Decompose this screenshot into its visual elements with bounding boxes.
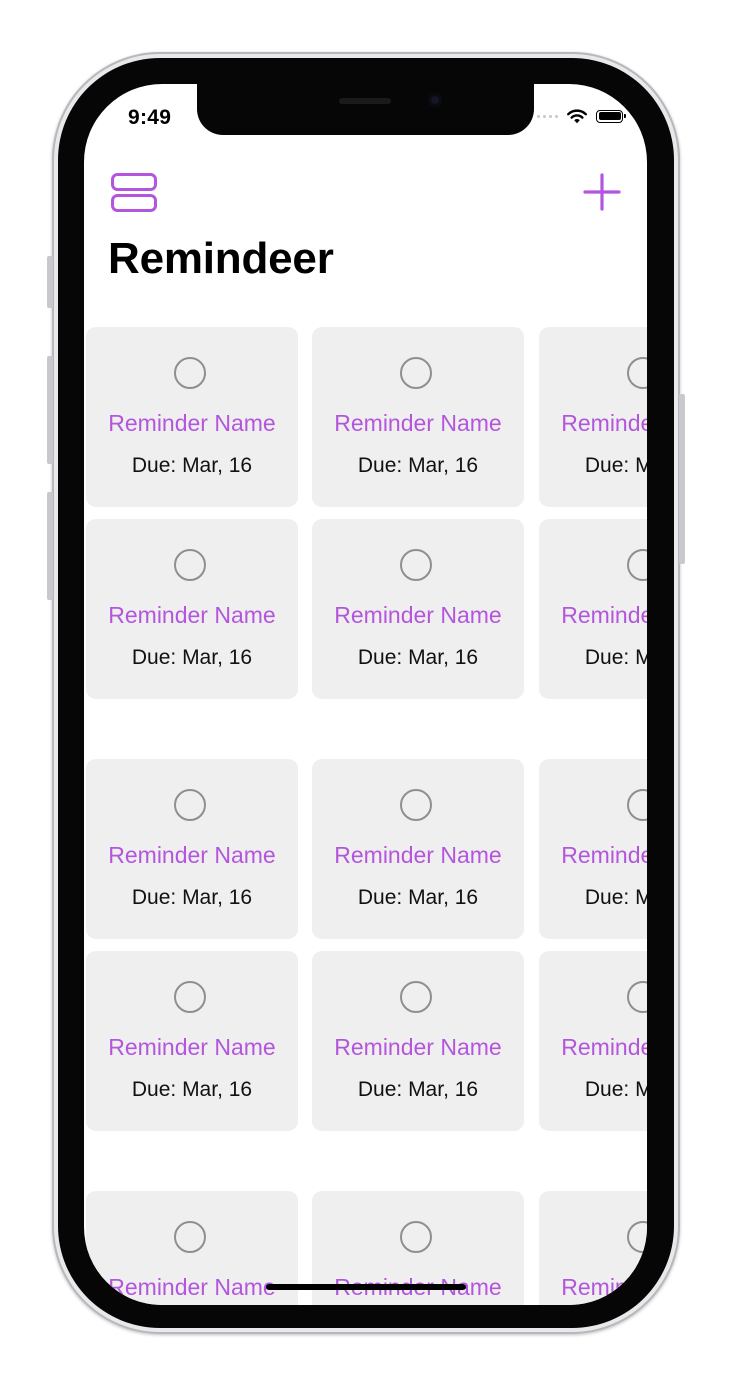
- reminder-card[interactable]: Reminder Name Due: Mar, 16: [312, 951, 524, 1131]
- home-indicator[interactable]: [266, 1284, 466, 1290]
- status-time: 9:49: [128, 106, 172, 129]
- completion-circle-icon[interactable]: [400, 357, 432, 389]
- cellular-signal-icon: [537, 114, 558, 118]
- completion-circle-icon[interactable]: [627, 1221, 647, 1253]
- reminder-name: Reminder Name: [561, 602, 647, 628]
- silent-switch: [47, 256, 53, 308]
- completion-circle-icon[interactable]: [627, 549, 647, 581]
- reminder-due-date: Due: Mar, 16: [131, 886, 253, 909]
- notch: [197, 84, 534, 135]
- reminder-name: Reminder Name: [561, 1274, 647, 1300]
- completion-circle-icon[interactable]: [400, 789, 432, 821]
- reminder-card[interactable]: Reminder Name Due: Mar, 16: [312, 759, 524, 939]
- reminder-due-date: Due: Mar, 16: [357, 1078, 479, 1101]
- reminder-name: Reminder Name: [108, 1034, 276, 1060]
- reminder-due-date: Due: Mar, 16: [131, 454, 253, 477]
- front-camera: [428, 93, 442, 107]
- add-reminder-button[interactable]: [582, 172, 622, 212]
- reminder-due-date: Due: Mar, 16: [131, 1078, 253, 1101]
- reminder-name: Reminder Name: [561, 842, 647, 868]
- reminder-name: Reminder Name: [108, 842, 276, 868]
- reminder-card[interactable]: Reminder Name Due: Mar, 16: [86, 519, 298, 699]
- plus-icon: [583, 173, 621, 211]
- reminder-card[interactable]: Reminder Name Due: Mar, 16: [312, 519, 524, 699]
- reminder-card[interactable]: Reminder NameDue: Mar, 16: [539, 1191, 647, 1305]
- reminder-card[interactable]: Reminder Name Due: Mar, 16: [539, 759, 647, 939]
- reminder-card[interactable]: Reminder Name Due: Mar, 16: [539, 951, 647, 1131]
- wifi-icon: [567, 109, 587, 124]
- reminder-name: Reminder Name: [334, 410, 502, 436]
- reminder-card[interactable]: Reminder Name Due: Mar, 16: [86, 327, 298, 507]
- reminder-due-date: Due: Mar, 16: [584, 886, 647, 909]
- reminder-due-date: Due: Mar, 16: [131, 646, 253, 669]
- completion-circle-icon[interactable]: [174, 981, 206, 1013]
- reminder-card[interactable]: Reminder Name Due: Mar, 16: [312, 327, 524, 507]
- completion-circle-icon[interactable]: [400, 981, 432, 1013]
- reminder-card[interactable]: Reminder Name Due: Mar, 16: [539, 327, 647, 507]
- reminder-due-date: Due: Mar, 16: [357, 886, 479, 909]
- rectangle-grid-1x2-icon: [111, 173, 157, 212]
- completion-circle-icon[interactable]: [627, 357, 647, 389]
- reminder-name: Reminder Name: [108, 602, 276, 628]
- speaker-grille: [339, 98, 391, 104]
- reminder-due-date: Due: Mar, 16: [584, 454, 647, 477]
- volume-up-button: [47, 356, 53, 464]
- completion-circle-icon[interactable]: [174, 1221, 206, 1253]
- completion-circle-icon[interactable]: [400, 549, 432, 581]
- completion-circle-icon[interactable]: [174, 549, 206, 581]
- power-button: [679, 394, 685, 564]
- reminder-card[interactable]: Reminder Name Due: Mar, 16: [86, 759, 298, 939]
- battery-icon: [596, 109, 626, 123]
- reminder-due-date: Due: Mar, 16: [584, 646, 647, 669]
- reminder-name: Reminder Name: [561, 410, 647, 436]
- reminder-name: Reminder Name: [334, 842, 502, 868]
- reminder-card[interactable]: Reminder Name Due: Mar, 16: [539, 519, 647, 699]
- reminder-card[interactable]: Reminder Name Due: Mar, 16: [86, 951, 298, 1131]
- completion-circle-icon[interactable]: [174, 357, 206, 389]
- status-icons: [537, 108, 626, 124]
- reminder-due-date: Due: Mar, 16: [584, 1078, 647, 1101]
- reminder-name: Reminder Name: [334, 1034, 502, 1060]
- reminder-name: Reminder Name: [108, 410, 276, 436]
- completion-circle-icon[interactable]: [627, 981, 647, 1013]
- volume-down-button: [47, 492, 53, 600]
- reminder-name: Reminder Name: [561, 1034, 647, 1060]
- completion-circle-icon[interactable]: [627, 789, 647, 821]
- completion-circle-icon[interactable]: [400, 1221, 432, 1253]
- reminder-due-date: Due: Mar, 16: [357, 454, 479, 477]
- screen: 9:49 Remindeer Reminder Name Due: Mar, 16…: [84, 84, 647, 1305]
- layout-toggle-button[interactable]: [110, 172, 158, 214]
- page-title: Remindeer: [108, 234, 334, 283]
- completion-circle-icon[interactable]: [174, 789, 206, 821]
- reminder-name: Reminder Name: [334, 602, 502, 628]
- reminder-due-date: Due: Mar, 16: [357, 646, 479, 669]
